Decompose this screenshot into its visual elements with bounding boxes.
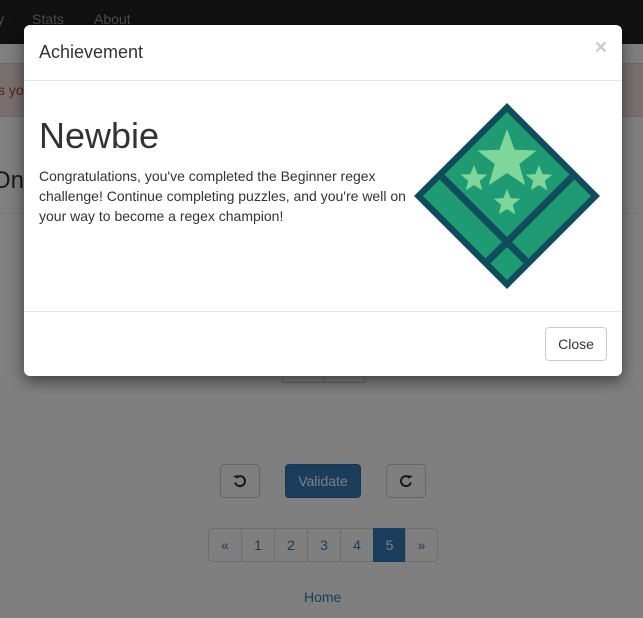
star-diamond-badge-icon [414,103,600,289]
modal-title: Achievement [39,42,144,62]
close-icon[interactable]: × [595,36,607,60]
modal-header: Achievement × [24,25,622,81]
achievement-modal: Achievement × Newbie Congratulations, yo… [24,25,622,376]
close-button[interactable]: Close [545,327,607,361]
badge-name: Newbie [39,115,160,156]
modal-footer [24,311,622,376]
badge-message: Congratulations, you've completed the Be… [39,168,406,224]
